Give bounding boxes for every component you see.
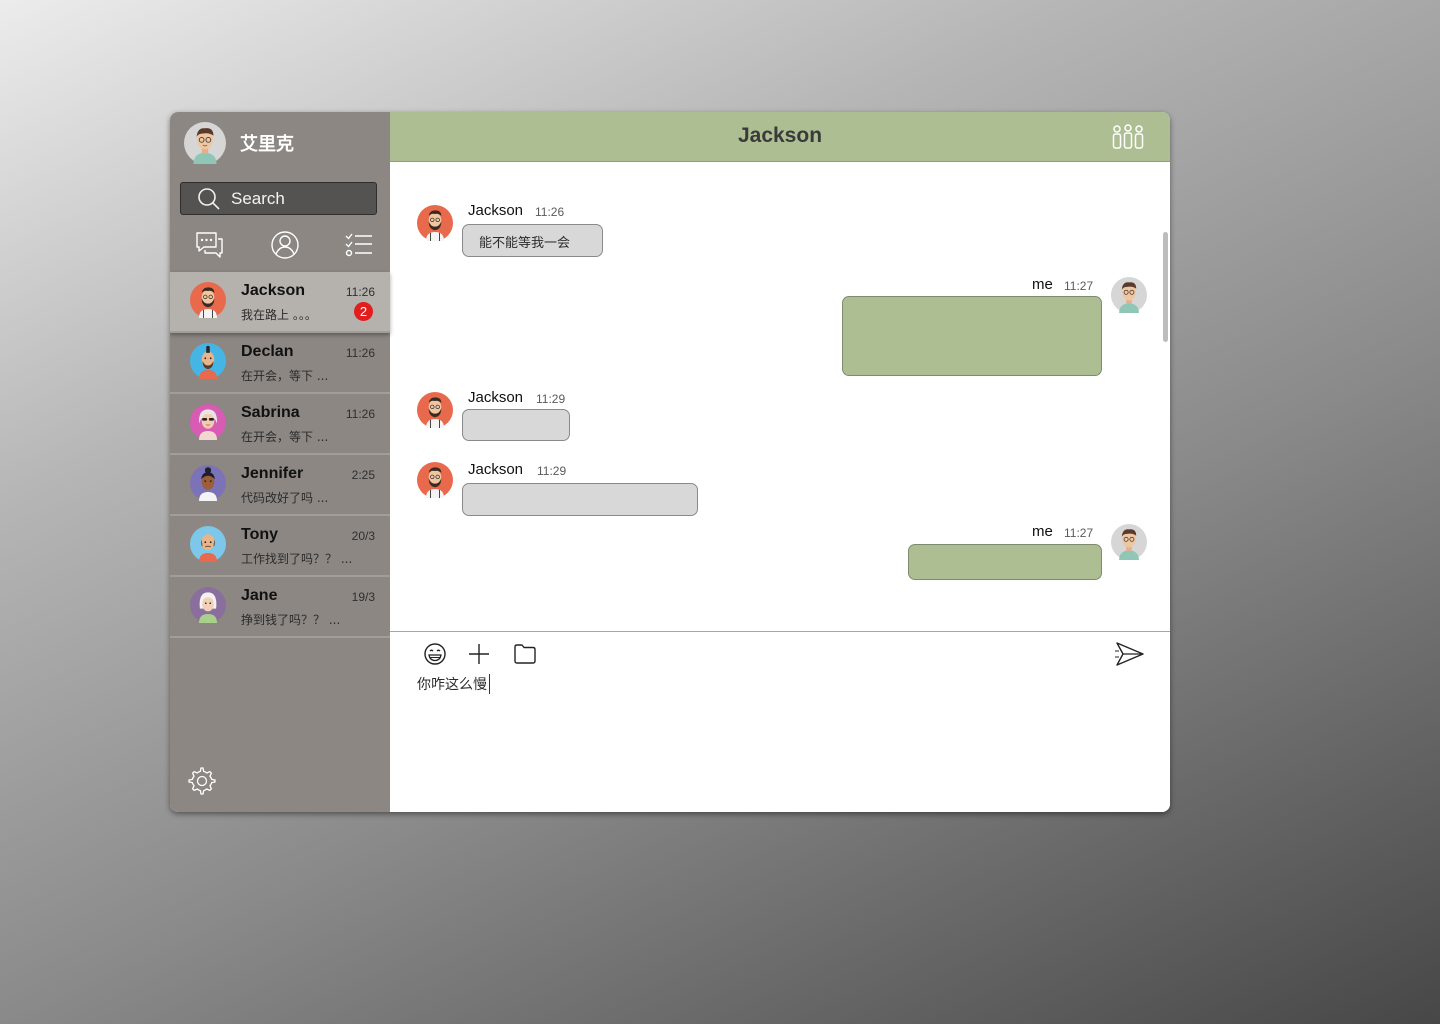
- message-time: 11:29: [536, 392, 566, 406]
- chat-time: 11:26: [345, 285, 375, 299]
- chat-item-sabrina[interactable]: Sabrina 11:26 在开会，等下 ...: [170, 394, 390, 455]
- message-bubble-incoming[interactable]: [462, 483, 698, 516]
- chat-preview: 代码改好了吗 ...: [241, 491, 329, 505]
- message-sender: Jackson: [468, 389, 524, 406]
- message-time: 11:27: [1064, 279, 1094, 293]
- chat-header: Jackson: [390, 112, 1170, 162]
- chat-name: Sabrina: [241, 404, 300, 421]
- bearded-man-avatar-icon: [190, 282, 226, 318]
- message-time: 11:29: [537, 464, 567, 478]
- message-text: 能不能等我一会: [479, 236, 571, 251]
- message-bubble-outgoing[interactable]: [908, 544, 1102, 580]
- gear-icon[interactable]: [188, 767, 216, 795]
- unread-badge: 2: [354, 302, 373, 321]
- elderly-woman-avatar-icon: [190, 587, 226, 623]
- chat-preview: 在开会，等下 ...: [241, 430, 329, 444]
- chat-name: Tony: [241, 526, 279, 543]
- message-time: 11:27: [1064, 526, 1094, 540]
- chat-time: 11:26: [345, 346, 375, 360]
- message-sender: me: [1032, 523, 1053, 540]
- man-glasses-avatar-icon: [184, 122, 226, 164]
- chat-time: 2:25: [351, 468, 375, 482]
- bearded-man-avatar-icon: [417, 205, 453, 241]
- group-members-icon[interactable]: [1112, 124, 1144, 150]
- message-input[interactable]: 你咋这么慢: [417, 674, 490, 694]
- search-icon: [198, 187, 220, 210]
- chat-item-tony[interactable]: Tony 20/3 工作找到了吗？？ ...: [170, 516, 390, 577]
- chat-preview: 挣到钱了吗？？ ...: [241, 613, 341, 627]
- bearded-man-avatar-icon: [417, 392, 453, 428]
- chat-item-jane[interactable]: Jane 19/3 挣到钱了吗？？ ...: [170, 577, 390, 638]
- sidebar: 艾里克 Search Jackson 11:26 我在路上 。。。 2 Decl…: [170, 112, 390, 812]
- task-list-icon[interactable]: [344, 230, 374, 260]
- chat-preview: 工作找到了吗？？ ...: [241, 552, 353, 566]
- search-placeholder: Search: [231, 188, 285, 208]
- chat-name: Jane: [241, 587, 278, 604]
- chat-list: Jackson 11:26 我在路上 。。。 2 Declan 11:26 在开…: [170, 272, 390, 638]
- chat-time: 11:26: [345, 407, 375, 421]
- chat-bubbles-icon[interactable]: [194, 230, 224, 260]
- message-sender: me: [1032, 276, 1053, 293]
- sunglasses-woman-avatar-icon: [190, 404, 226, 440]
- chat-title: Jackson: [737, 124, 823, 147]
- chat-time: 19/3: [351, 590, 375, 604]
- message-bubble-outgoing[interactable]: [842, 296, 1102, 376]
- bearded-man-avatar-icon: [417, 462, 453, 498]
- chat-window: 艾里克 Search Jackson 11:26 我在路上 。。。 2 Decl…: [170, 112, 1170, 812]
- scrollbar[interactable]: [1163, 232, 1168, 342]
- chat-name: Jennifer: [241, 465, 304, 482]
- message-bubble-incoming[interactable]: [462, 409, 570, 441]
- chat-item-jackson[interactable]: Jackson 11:26 我在路上 。。。 2: [170, 272, 390, 333]
- folder-icon[interactable]: [513, 642, 537, 666]
- message-bubble-incoming[interactable]: 能不能等我一会: [462, 224, 603, 257]
- send-icon[interactable]: [1115, 641, 1145, 667]
- chat-time: 20/3: [351, 529, 375, 543]
- chat-preview: 在开会，等下 ...: [241, 369, 329, 383]
- chat-name: Jackson: [241, 282, 306, 299]
- chat-name: Declan: [241, 343, 294, 360]
- message-list[interactable]: Jackson 11:26 能不能等我一会 me 11:27 Jackson 1…: [390, 162, 1170, 630]
- chat-item-jennifer[interactable]: Jennifer 2:25 代码改好了吗 ...: [170, 455, 390, 516]
- user-name: 艾里克: [240, 134, 294, 155]
- chat-preview: 我在路上 。。。: [241, 308, 317, 322]
- composer: 你咋这么慢: [390, 631, 1170, 812]
- man-glasses-avatar-icon: [1111, 524, 1147, 560]
- user-profile[interactable]: 艾里克: [184, 122, 294, 164]
- message-sender: Jackson: [468, 461, 524, 478]
- sidebar-nav: [194, 230, 374, 260]
- plus-icon[interactable]: [467, 642, 491, 666]
- emoji-icon[interactable]: [423, 642, 447, 666]
- chat-item-declan[interactable]: Declan 11:26 在开会，等下 ...: [170, 333, 390, 394]
- woman-bun-avatar-icon: [190, 465, 226, 501]
- message-sender: Jackson: [468, 202, 524, 219]
- search-input[interactable]: Search: [180, 182, 377, 215]
- man-glasses-avatar-icon: [1111, 277, 1147, 313]
- message-time: 11:26: [535, 205, 565, 219]
- contacts-icon[interactable]: [270, 230, 300, 260]
- bald-man-avatar-icon: [190, 526, 226, 562]
- mohawk-man-avatar-icon: [190, 343, 226, 379]
